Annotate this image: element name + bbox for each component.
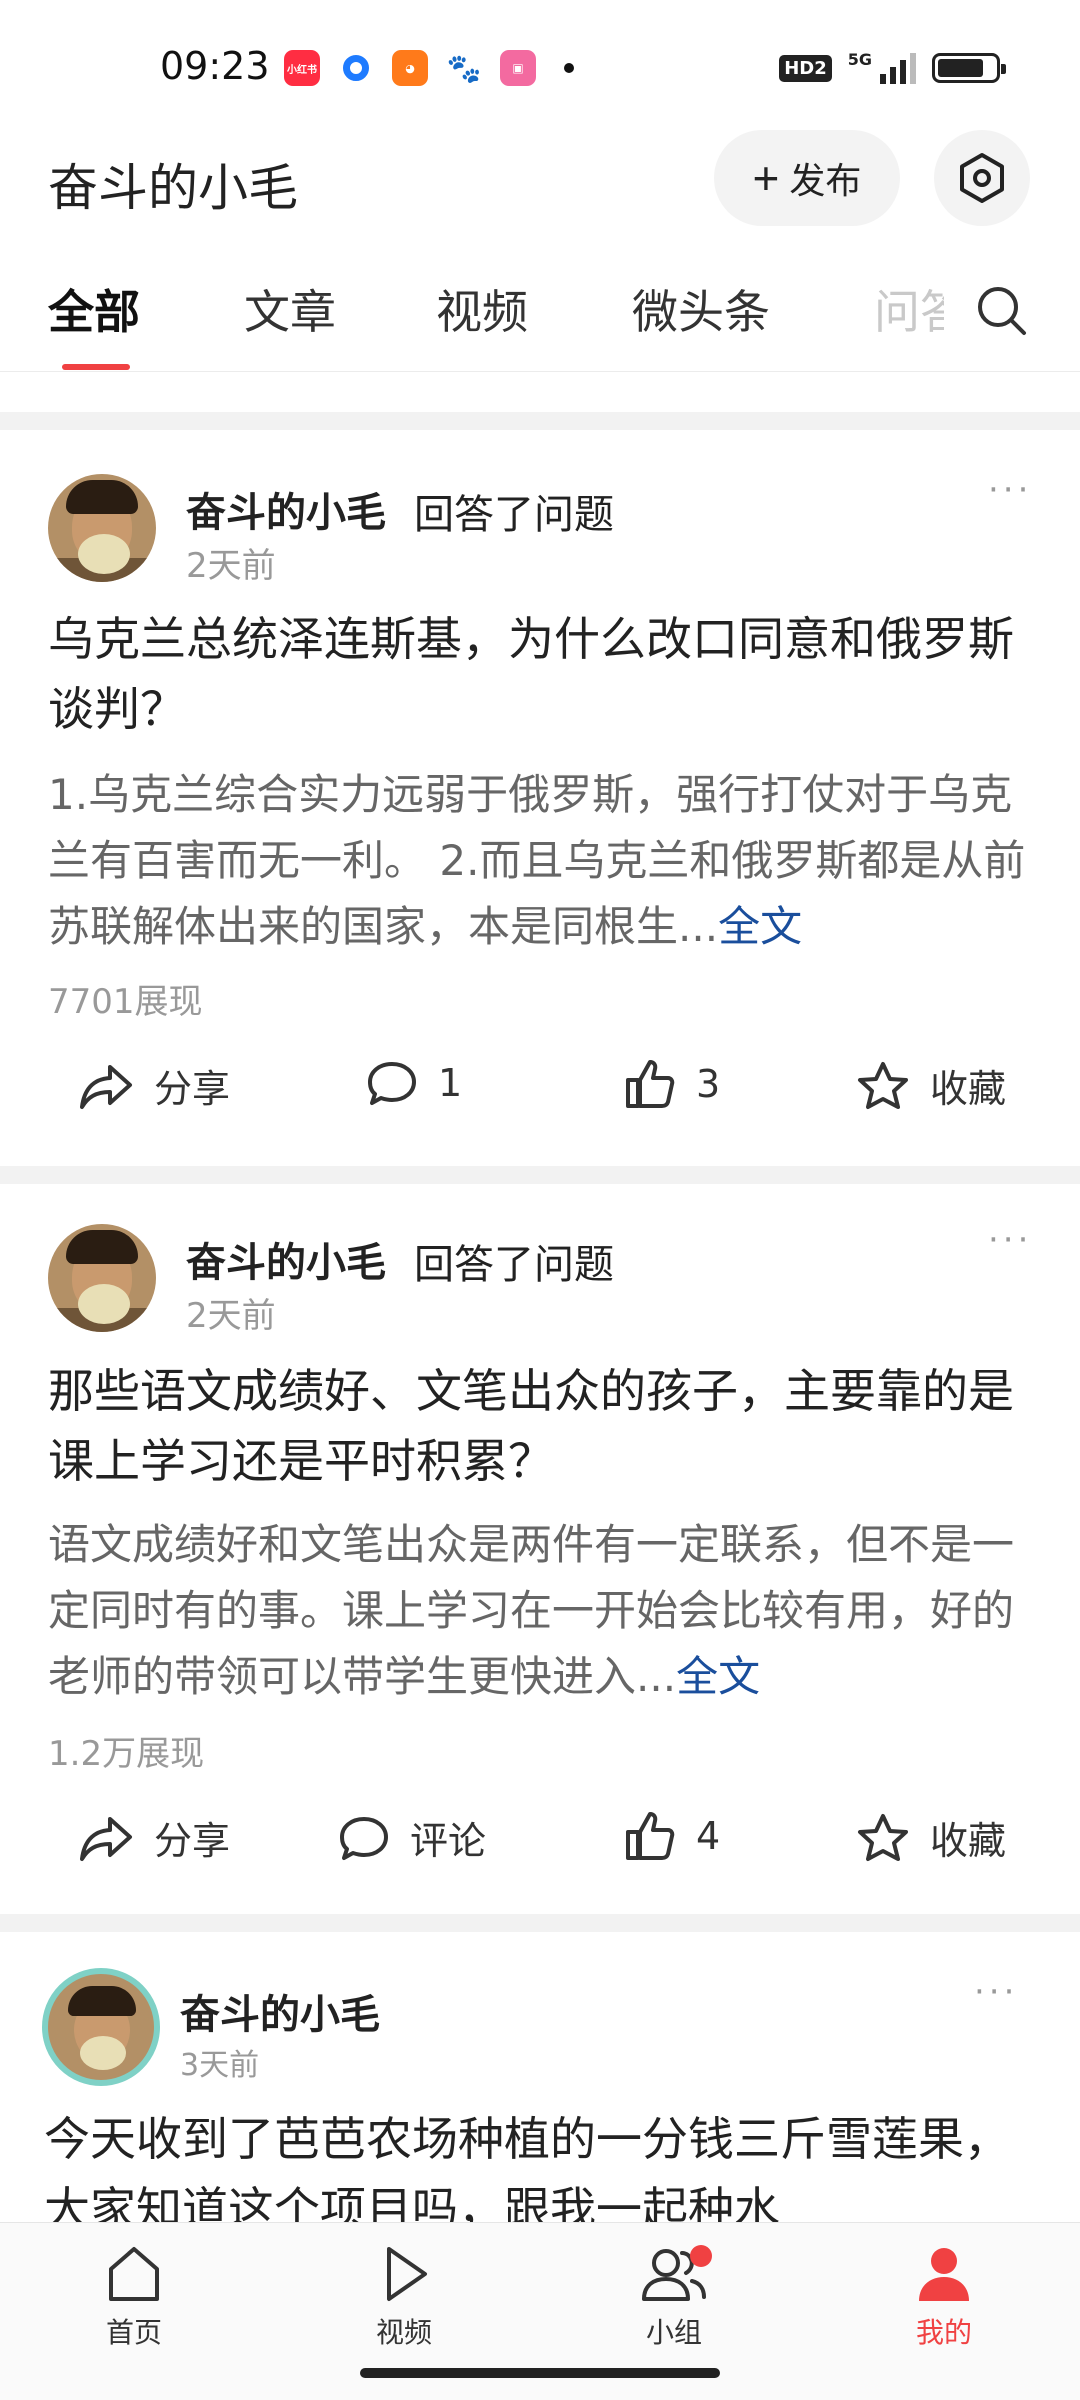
like-button[interactable]: 4: [624, 1810, 720, 1862]
profile-header: 奋斗的小毛 + 发布: [0, 130, 1080, 230]
tab-weitoutiao[interactable]: 微头条: [632, 276, 770, 342]
excerpt-text: 1.乌克兰综合实力远弱于俄罗斯，强行打仗对于乌克兰有百害而无一利。 2.而且乌克…: [48, 770, 1026, 951]
profile-icon: [919, 2248, 969, 2301]
share-icon: [80, 1064, 132, 1109]
more-notifications-dot-icon: [564, 63, 574, 73]
post-time: 2天前: [186, 1296, 276, 1336]
post-text[interactable]: 今天收到了芭芭农场种植的一分钱三斤雪莲果，大家知道这个项目吗，跟我一起种水: [44, 2104, 1044, 2222]
notification-icons: 小红书 ◕ 🐾 ▣: [284, 50, 574, 86]
tab-videos[interactable]: 视频: [436, 276, 528, 342]
more-options-icon[interactable]: ···: [988, 1220, 1032, 1260]
comment-count: 1: [438, 1061, 463, 1105]
nav-profile[interactable]: 我的: [874, 2243, 1014, 2351]
tab-all[interactable]: 全部: [48, 276, 140, 342]
bilibili-icon: ▣: [500, 50, 536, 86]
like-count: 4: [696, 1814, 721, 1858]
star-icon: [858, 1061, 908, 1109]
full-text-link[interactable]: 全文: [718, 902, 802, 951]
battery-icon: [932, 53, 1006, 83]
network-type: 5G: [847, 49, 872, 69]
answer-excerpt[interactable]: 1.乌克兰综合实力远弱于俄罗斯，强行打仗对于乌克兰有百害而无一利。 2.而且乌克…: [48, 762, 1038, 960]
card-actions: 分享 1 3 收藏: [0, 1058, 1080, 1138]
section-divider: [0, 412, 1080, 430]
share-button[interactable]: 分享: [78, 1058, 230, 1113]
more-options-icon[interactable]: ···: [974, 1972, 1018, 2012]
comment-icon: [368, 1062, 416, 1105]
action-text: 回答了问题: [414, 1242, 614, 1288]
notification-badge: [690, 2245, 712, 2267]
share-icon: [80, 1816, 132, 1861]
baidu-icon: 🐾: [446, 50, 482, 86]
status-time: 09:23: [160, 44, 270, 88]
answer-excerpt[interactable]: 语文成绩好和文笔出众是两件有一定联系，但不是一定同时有的事。课上学习在一开始会比…: [48, 1512, 1038, 1710]
favorite-label: 收藏: [930, 1819, 1007, 1863]
nav-group-label: 小组: [645, 2316, 702, 2349]
question-title[interactable]: 那些语文成绩好、文笔出众的孩子，主要靠的是课上学习还是平时积累？: [48, 1356, 1028, 1496]
comment-icon: [340, 1816, 388, 1860]
share-button[interactable]: 分享: [78, 1810, 230, 1865]
system-indicators: HD2 5G: [779, 49, 1006, 84]
star-icon: [858, 1813, 908, 1861]
plus-icon: +: [752, 152, 780, 204]
section-divider: [0, 1914, 1080, 1932]
avatar[interactable]: [48, 474, 156, 582]
thumbs-up-icon: [626, 1812, 675, 1860]
author-name[interactable]: 奋斗的小毛: [180, 1982, 380, 2040]
view-count: 1.2万展现: [48, 1734, 205, 1774]
feed-card[interactable]: 奋斗的小毛 回答了问题 2天前 ··· 那些语文成绩好、文笔出众的孩子，主要靠的…: [0, 1184, 1080, 1914]
thumbs-up-icon: [626, 1060, 675, 1108]
status-bar: 09:23 小红书 ◕ 🐾 ▣ HD2 5G: [0, 0, 1080, 130]
blue-circle-app-icon: [338, 50, 374, 86]
publish-button[interactable]: + 发布: [714, 130, 900, 226]
post-time: 2天前: [186, 546, 276, 586]
favorite-button[interactable]: 收藏: [856, 1810, 1006, 1865]
action-text: 回答了问题: [414, 492, 614, 538]
card-actions: 分享 评论 4 收藏: [0, 1810, 1080, 1890]
nav-video[interactable]: 视频: [334, 2243, 474, 2351]
favorite-label: 收藏: [930, 1067, 1007, 1111]
author-name[interactable]: 奋斗的小毛: [186, 1230, 386, 1288]
share-label: 分享: [154, 1819, 231, 1863]
view-count: 7701展现: [48, 982, 203, 1022]
comment-label: 评论: [410, 1819, 487, 1863]
author-name[interactable]: 奋斗的小毛: [186, 480, 386, 538]
nav-video-label: 视频: [375, 2316, 432, 2349]
home-icon: [109, 2247, 159, 2301]
like-count: 3: [696, 1062, 721, 1106]
question-title[interactable]: 乌克兰总统泽连斯基，为什么改口同意和俄罗斯谈判？: [48, 604, 1028, 744]
full-text-link[interactable]: 全文: [676, 1652, 760, 1701]
nav-home-label: 首页: [105, 2316, 162, 2349]
fox-app-icon: ◕: [392, 50, 428, 86]
avatar[interactable]: [48, 1224, 156, 1332]
more-options-icon[interactable]: ···: [988, 470, 1032, 510]
comment-button[interactable]: 评论: [338, 1810, 486, 1865]
nav-profile-label: 我的: [915, 2316, 972, 2349]
share-label: 分享: [154, 1067, 231, 1111]
tab-articles[interactable]: 文章: [244, 276, 336, 342]
excerpt-text: 语文成绩好和文笔出众是两件有一定联系，但不是一定同时有的事。课上学习在一开始会比…: [48, 1520, 1015, 1701]
page-title: 奋斗的小毛: [48, 159, 298, 217]
settings-hexagon-icon: [960, 153, 1004, 203]
settings-button[interactable]: [934, 130, 1030, 226]
post-time: 3天前: [180, 2048, 260, 2083]
xiaohongshu-icon: 小红书: [284, 50, 320, 86]
active-tab-indicator: [62, 364, 130, 370]
hd-voice-icon: HD2: [779, 54, 832, 82]
favorite-button[interactable]: 收藏: [856, 1058, 1006, 1113]
play-icon: [387, 2247, 427, 2301]
search-icon[interactable]: [975, 284, 1029, 338]
tab-qa[interactable]: 问答: [874, 276, 944, 342]
like-button[interactable]: 3: [624, 1058, 720, 1110]
home-indicator[interactable]: [360, 2368, 720, 2378]
content-tabs: 全部 文章 视频 微头条 问答: [0, 262, 1080, 372]
section-divider: [0, 1166, 1080, 1184]
comment-button[interactable]: 1: [366, 1058, 462, 1108]
signal-icon: [880, 52, 916, 84]
feed-card[interactable]: 奋斗的小毛 3天前 ··· 今天收到了芭芭农场种植的一分钱三斤雪莲果，大家知道这…: [0, 1932, 1080, 2222]
nav-group[interactable]: 小组: [604, 2243, 744, 2351]
publish-label: 发布: [789, 160, 862, 201]
feed-card[interactable]: 奋斗的小毛 回答了问题 2天前 ··· 乌克兰总统泽连斯基，为什么改口同意和俄罗…: [0, 430, 1080, 1166]
avatar[interactable]: [42, 1968, 160, 2086]
nav-home[interactable]: 首页: [64, 2243, 204, 2351]
